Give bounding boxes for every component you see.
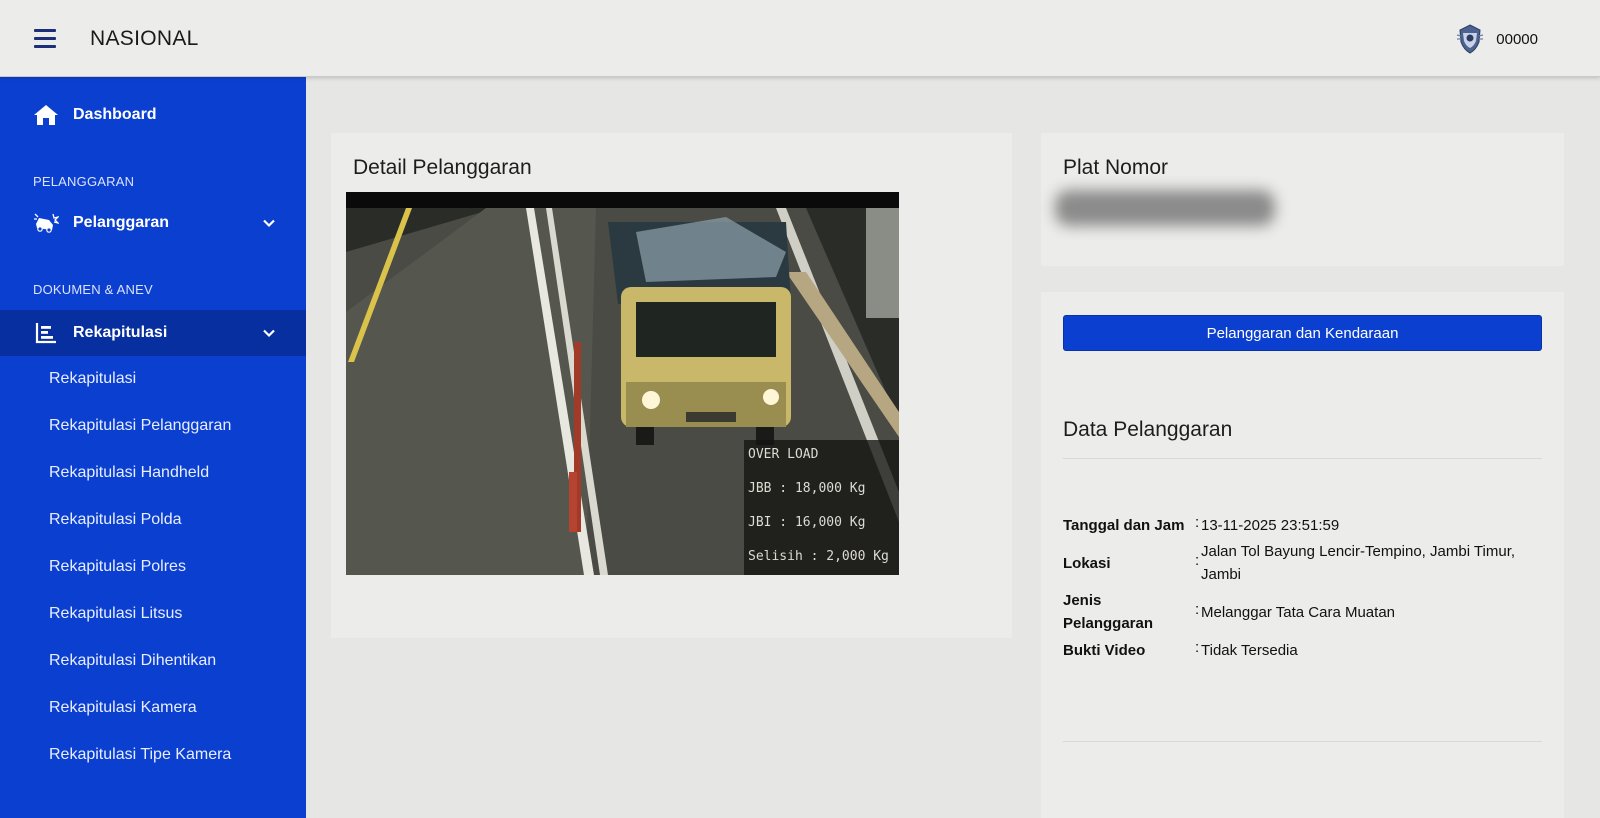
colon: : [1195,601,1200,618]
sidebar-item-dashboard[interactable]: Dashboard [0,92,306,138]
value-jenis: Melanggar Tata Cara Muatan [1201,604,1396,621]
sidebar-item-rekapitulasi[interactable]: Rekapitulasi [0,310,306,356]
submenu-rekapitulasi-polda[interactable]: Rekapitulasi Polda [49,511,182,529]
submenu-rekapitulasi-tipe-kamera[interactable]: Rekapitulasi Tipe Kamera [49,746,231,764]
detail-title: Detail Pelanggaran [353,156,532,179]
overlay-selisih: Selisih : 2,000 Kg [748,549,889,564]
label-tanggal: Tanggal dan Jam [1063,517,1185,534]
divider [1063,741,1542,742]
sidebar-item-label: Dashboard [73,106,157,123]
car-crash-icon [34,213,59,233]
plate-title: Plat Nomor [1063,156,1169,179]
label-bukti: Bukti Video [1063,642,1146,659]
submenu-rekapitulasi-pelanggaran[interactable]: Rekapitulasi Pelanggaran [49,417,231,435]
overlay-jbb: JBB : 18,000 Kg [748,481,865,496]
user-id: 00000 [1496,30,1538,48]
chart-bars-icon [35,323,56,344]
camera-capture-image: OVER LOAD JBB : 18,000 Kg JBI : 16,000 K… [346,192,899,575]
label-lokasi: Lokasi [1063,555,1111,572]
police-emblem-icon [1457,24,1484,54]
top-bar: NASIONAL 00000 [0,0,1600,77]
submenu-rekapitulasi-kamera[interactable]: Rekapitulasi Kamera [49,699,197,717]
submenu-rekapitulasi-dihentikan[interactable]: Rekapitulasi Dihentikan [49,652,216,670]
overlay-jbi: JBI : 16,000 Kg [748,515,865,530]
value-bukti: Tidak Tersedia [1201,642,1298,659]
user-menu[interactable]: 00000 [1454,22,1538,56]
violation-photo[interactable]: OVER LOAD JBB : 18,000 Kg JBI : 16,000 K… [346,192,899,575]
value-tanggal: 13-11-2025 23:51:59 [1201,517,1340,534]
plate-card: Plat Nomor [1041,133,1564,266]
data-card: Pelanggaran dan Kendaraan Data Pelanggar… [1041,292,1564,818]
submenu-rekapitulasi-handheld[interactable]: Rekapitulasi Handheld [49,464,209,482]
chevron-down-icon [263,329,275,338]
app-title: NASIONAL [90,27,199,50]
divider [1063,458,1542,459]
sidebar: Dashboard PELANGGARAN Pelanggaran DOKUME… [0,77,306,818]
submenu-rekapitulasi[interactable]: Rekapitulasi [49,370,136,388]
sidebar-item-label: Pelanggaran [73,214,170,231]
colon: : [1195,639,1200,656]
submenu-rekapitulasi-polres[interactable]: Rekapitulasi Polres [49,558,186,576]
overlay-status: OVER LOAD [748,447,819,462]
data-title: Data Pelanggaran [1063,418,1233,441]
label-jenis: Jenis Pelanggaran [1063,592,1154,632]
section-heading-pelanggaran: PELANGGARAN [33,174,135,189]
colon: : [1195,552,1200,569]
menu-icon[interactable] [34,29,56,49]
home-icon [34,105,58,125]
section-heading-dokumen: DOKUMEN & ANEV [33,282,153,297]
pelanggaran-kendaraan-button[interactable]: Pelanggaran dan Kendaraan [1063,315,1542,351]
plate-number-redacted [1055,190,1275,226]
sidebar-item-label: Rekapitulasi [73,324,168,341]
value-lokasi: Jalan Tol Bayung Lencir-Tempino, Jambi T… [1201,543,1516,583]
colon: : [1195,514,1200,531]
submenu-rekapitulasi-litsus[interactable]: Rekapitulasi Litsus [49,605,182,623]
sidebar-item-pelanggaran[interactable]: Pelanggaran [0,200,306,246]
chevron-down-icon [263,219,275,228]
detail-card: Detail Pelanggaran OVER LOAD JBB: 18,00… [331,133,1012,638]
